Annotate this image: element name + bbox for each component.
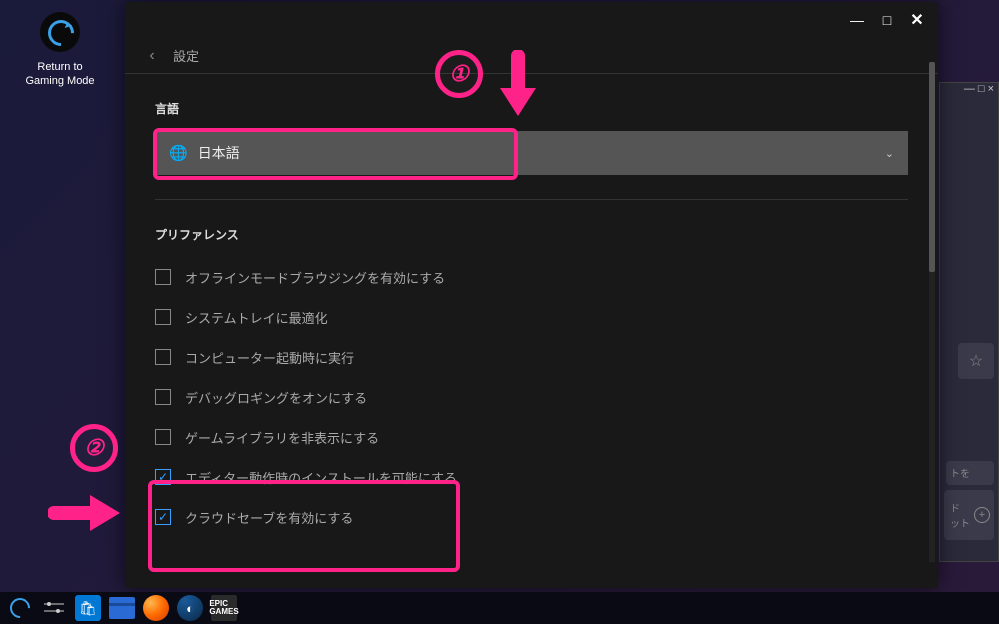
checkbox[interactable]: ✓ bbox=[155, 509, 171, 525]
checkbox[interactable] bbox=[155, 429, 171, 445]
checkbox[interactable] bbox=[155, 309, 171, 325]
preference-label: エディター動作時のインストールを可能にする bbox=[185, 468, 457, 487]
annotation-step-2: ② bbox=[70, 424, 118, 472]
taskbar-settings[interactable] bbox=[38, 594, 70, 622]
section-label-language: 言語 bbox=[155, 100, 908, 117]
taskbar-steam[interactable]: ◐ bbox=[174, 594, 206, 622]
taskbar-epic[interactable]: EPIC GAMES bbox=[208, 594, 240, 622]
checkbox[interactable] bbox=[155, 269, 171, 285]
language-value: 日本語 bbox=[198, 143, 240, 163]
chevron-down-icon: ⌄ bbox=[885, 147, 894, 160]
star-icon[interactable]: ☆ bbox=[958, 343, 994, 379]
checkbox[interactable] bbox=[155, 349, 171, 365]
scrollbar[interactable] bbox=[929, 62, 935, 562]
window-header: ‹ 設定 bbox=[125, 38, 938, 74]
taskbar: 🛍 ◐ EPIC GAMES bbox=[0, 592, 999, 624]
taskbar-store[interactable]: 🛍 bbox=[72, 594, 104, 622]
page-title: 設定 bbox=[173, 46, 199, 65]
preference-row[interactable]: デバッグロギングをオンにする bbox=[155, 377, 908, 417]
scrollbar-thumb[interactable] bbox=[929, 62, 935, 272]
taskbar-firefox[interactable] bbox=[140, 594, 172, 622]
plus-icon: + bbox=[974, 507, 990, 523]
titlebar: — □ ✕ bbox=[125, 2, 938, 38]
return-icon bbox=[40, 12, 80, 52]
bg-text-fragment: トを bbox=[946, 461, 994, 485]
annotation-arrow-2 bbox=[48, 488, 130, 538]
section-label-preferences: プリファレンス bbox=[155, 226, 908, 243]
taskbar-files[interactable] bbox=[106, 594, 138, 622]
checkbox[interactable]: ✓ bbox=[155, 469, 171, 485]
preference-row[interactable]: ✓ クラウドセーブを有効にする bbox=[155, 497, 908, 537]
preference-label: デバッグロギングをオンにする bbox=[185, 388, 367, 407]
background-window: — □ × ☆ トを リー ド ット + bbox=[939, 82, 999, 562]
preference-row[interactable]: オフラインモードブラウジングを有効にする bbox=[155, 257, 908, 297]
minimize-button[interactable]: — bbox=[842, 6, 872, 34]
language-select[interactable]: 🌐 日本語 ⌄ bbox=[155, 131, 908, 175]
preference-label: クラウドセーブを有効にする bbox=[185, 508, 353, 527]
settings-content: 言語 🌐 日本語 ⌄ プリファレンス オフラインモードブラウジングを有効にするシ… bbox=[125, 74, 938, 588]
preference-label: ゲームライブラリを非表示にする bbox=[185, 428, 379, 447]
back-button[interactable]: ‹ bbox=[137, 41, 167, 71]
desktop-icon-label: Return to Gaming Mode bbox=[20, 60, 100, 89]
globe-icon: 🌐 bbox=[169, 144, 188, 162]
preference-row[interactable]: システムトレイに最適化 bbox=[155, 297, 908, 337]
preference-label: システムトレイに最適化 bbox=[185, 308, 328, 327]
maximize-button[interactable]: □ bbox=[872, 6, 902, 34]
preference-label: オフラインモードブラウジングを有効にする bbox=[185, 268, 445, 287]
preference-row[interactable]: ゲームライブラリを非表示にする bbox=[155, 417, 908, 457]
preference-row[interactable]: ✓ エディター動作時のインストールを可能にする bbox=[155, 457, 908, 497]
settings-window: — □ ✕ ‹ 設定 言語 🌐 日本語 ⌄ プリファレンス オフラインモードブラ… bbox=[125, 2, 938, 588]
divider bbox=[155, 199, 908, 200]
taskbar-return-gaming[interactable] bbox=[4, 594, 36, 622]
preference-row[interactable]: コンピューター起動時に実行 bbox=[155, 337, 908, 377]
preference-label: コンピューター起動時に実行 bbox=[185, 348, 354, 367]
desktop-icon-return-gaming[interactable]: Return to Gaming Mode bbox=[20, 8, 100, 89]
close-button[interactable]: ✕ bbox=[902, 6, 932, 34]
bg-window-controls[interactable]: — □ × bbox=[964, 83, 994, 95]
checkbox[interactable] bbox=[155, 389, 171, 405]
bg-add-button[interactable]: ド ット + bbox=[944, 490, 994, 540]
